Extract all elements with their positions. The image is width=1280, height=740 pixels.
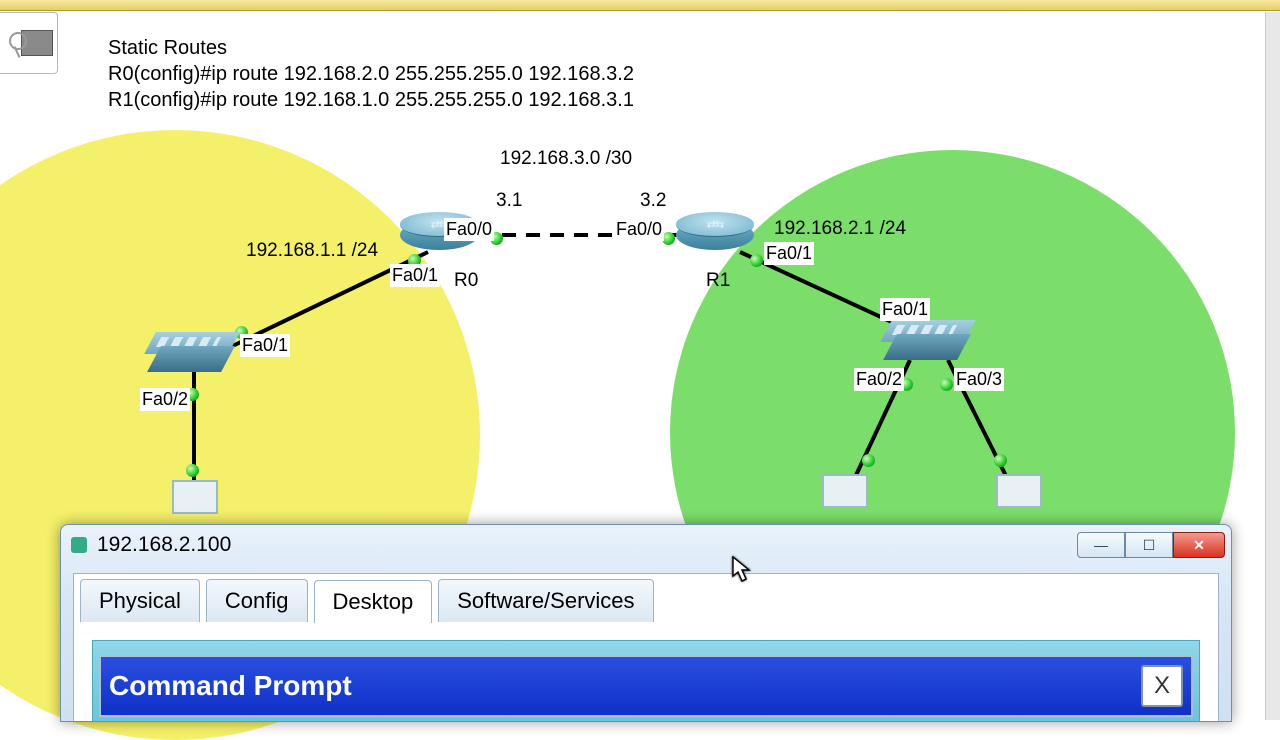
label-r0-lan: 192.168.1.1 /24 <box>246 240 378 262</box>
label-swr-fa01: Fa0/1 <box>880 298 930 321</box>
link-led <box>186 464 199 477</box>
label-r1-fa01: Fa0/1 <box>764 242 814 265</box>
tab-desktop[interactable]: Desktop <box>314 580 433 623</box>
label-r1-fa00: Fa0/0 <box>614 218 664 241</box>
command-prompt-title: Command Prompt <box>109 670 352 702</box>
pc-right-2[interactable] <box>992 474 1042 514</box>
tab-software-services[interactable]: Software/Services <box>438 579 653 622</box>
label-r0-fa01: Fa0/1 <box>390 264 440 287</box>
label-swr-fa03: Fa0/3 <box>954 368 1004 391</box>
label-swr-fa02: Fa0/2 <box>854 368 904 391</box>
command-prompt-header[interactable]: Command Prompt X <box>99 655 1193 717</box>
label-swl-fa01: Fa0/1 <box>240 334 290 357</box>
label-r0-fa00: Fa0/0 <box>444 218 494 241</box>
pc-left[interactable] <box>168 480 218 520</box>
link-led <box>862 454 875 467</box>
link-led <box>940 378 953 391</box>
command-prompt-close-button[interactable]: X <box>1141 665 1183 707</box>
pc-right-1[interactable] <box>818 474 868 514</box>
label-r0-ip: 3.1 <box>496 190 522 212</box>
app-icon <box>71 537 87 553</box>
label-r1-ip: 3.2 <box>640 190 666 212</box>
tab-bar: Physical Config Desktop Software/Service… <box>74 574 1218 622</box>
label-r1-lan: 192.168.2.1 /24 <box>774 218 906 240</box>
label-r0-name: R0 <box>454 270 478 292</box>
maximize-button[interactable]: ☐ <box>1125 532 1173 558</box>
window-title: 192.168.2.100 <box>97 533 231 557</box>
switch-right[interactable] <box>886 320 974 366</box>
router-r1[interactable]: ⇄⇆ <box>676 212 754 258</box>
window-titlebar[interactable]: 192.168.2.100 — ☐ ✕ <box>61 525 1231 565</box>
label-r1-name: R1 <box>706 270 730 292</box>
window-client-area: Physical Config Desktop Software/Service… <box>73 573 1219 721</box>
label-swl-fa02: Fa0/2 <box>140 388 190 411</box>
switch-left[interactable] <box>150 332 238 378</box>
close-button[interactable]: ✕ <box>1173 532 1225 558</box>
pc-config-window[interactable]: 192.168.2.100 — ☐ ✕ Physical Config Desk… <box>60 524 1232 722</box>
desktop-panel: Command Prompt X <box>92 640 1200 721</box>
minimize-button[interactable]: — <box>1077 532 1125 558</box>
link-led <box>994 454 1007 467</box>
tab-physical[interactable]: Physical <box>80 579 200 622</box>
label-link-subnet: 192.168.3.0 /30 <box>500 148 632 170</box>
tab-config[interactable]: Config <box>206 579 308 622</box>
